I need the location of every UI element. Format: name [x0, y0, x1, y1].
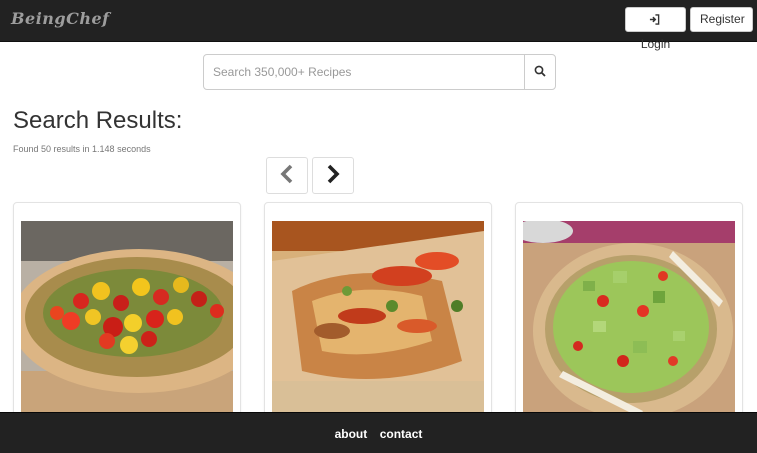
recipe-image[interactable]: [523, 221, 735, 417]
search-bar: [203, 54, 556, 90]
search-icon: [534, 65, 546, 80]
login-button[interactable]: Login: [625, 7, 686, 51]
next-page-button[interactable]: [312, 157, 354, 194]
search-button[interactable]: [524, 54, 556, 90]
register-button[interactable]: Register: [690, 7, 753, 32]
login-label: Login: [640, 37, 671, 51]
chevron-left-icon: [279, 164, 295, 187]
previous-page-button[interactable]: [266, 157, 308, 194]
recipe-card[interactable]: [515, 202, 743, 432]
recipe-card[interactable]: [264, 202, 492, 432]
about-link[interactable]: about: [335, 427, 368, 441]
brand-logo[interactable]: BeingChef: [11, 9, 110, 28]
page-title: Search Results:: [13, 107, 183, 134]
recipe-card[interactable]: [13, 202, 241, 432]
footer: about contact: [0, 412, 757, 453]
recipe-image[interactable]: [272, 221, 484, 417]
login-icon: [649, 10, 660, 33]
results-count: Found 50 results in 1.148 seconds: [13, 144, 151, 154]
recipe-image[interactable]: [21, 221, 233, 417]
top-navbar: BeingChef Login Register: [0, 0, 757, 51]
search-input[interactable]: [203, 54, 525, 90]
chevron-right-icon: [325, 164, 341, 187]
contact-link[interactable]: contact: [380, 427, 423, 441]
